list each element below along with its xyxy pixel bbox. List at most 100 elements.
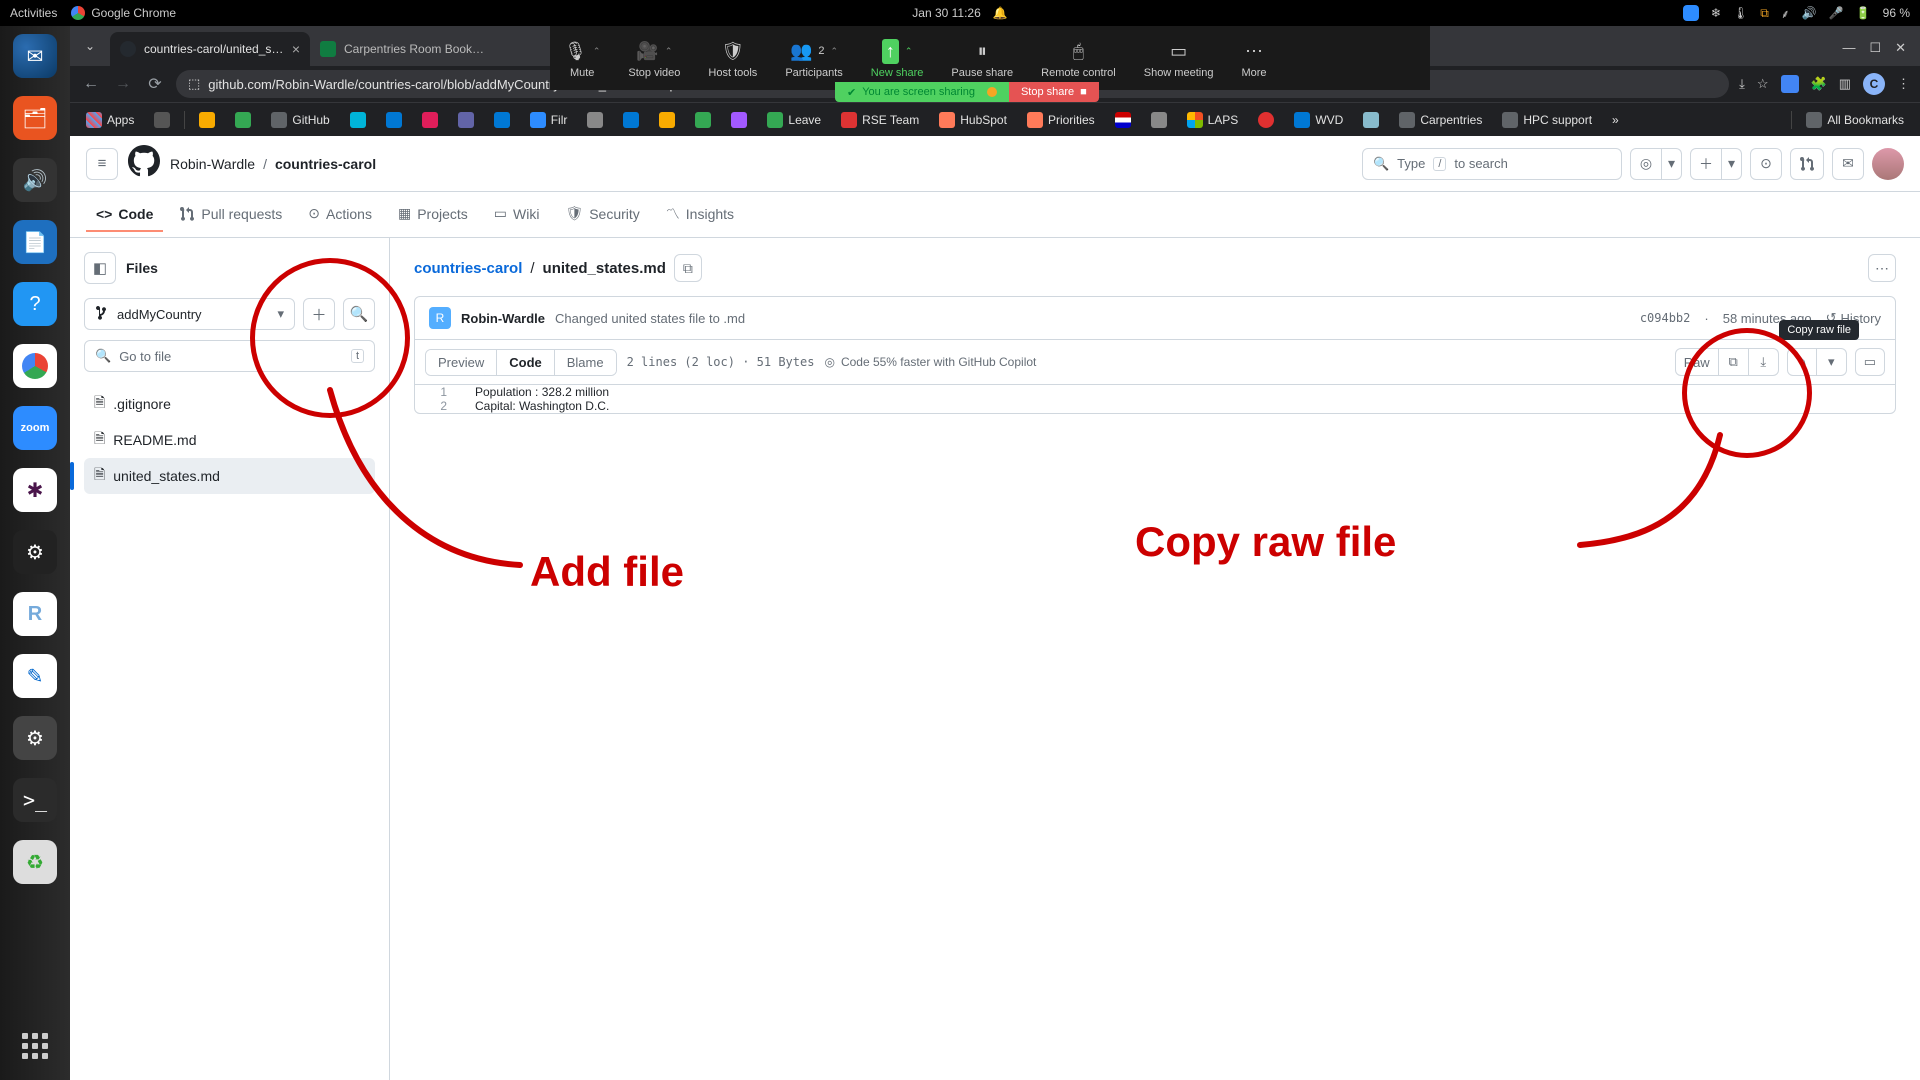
commit-hash[interactable]: c094bb2	[1640, 311, 1691, 325]
add-file-button[interactable]: ＋	[303, 298, 335, 330]
bookmark-laps[interactable]: LAPS	[1181, 109, 1245, 131]
tray-thermometer-icon[interactable]: 🌡	[1733, 6, 1748, 20]
bookmark-wvd[interactable]: WVD	[1288, 109, 1349, 131]
dock-gear2-icon[interactable]: ⚙	[13, 530, 57, 574]
window-maximize-icon[interactable]: ☐	[1869, 40, 1881, 56]
zoom-new-share-button[interactable]: ↑⌃New share	[857, 37, 938, 79]
bookmarks-overflow[interactable]: »	[1606, 110, 1625, 130]
copy-raw-button[interactable]: ⧉	[1719, 348, 1749, 376]
github-search[interactable]: 🔍 Type / to search	[1362, 148, 1622, 180]
preview-tab[interactable]: Preview	[426, 350, 496, 375]
edit-menu-button[interactable]: ▾	[1817, 348, 1847, 376]
commit-message[interactable]: Changed united states file to .md	[555, 311, 745, 326]
dock-chrome-icon[interactable]	[13, 344, 57, 388]
copy-path-button[interactable]: ⧉	[674, 254, 702, 282]
copilot-menu-button[interactable]: ▾	[1662, 148, 1682, 180]
tab-security[interactable]: 🛡Security	[555, 197, 649, 232]
tray-volume-icon[interactable]: 🔊	[1802, 6, 1817, 20]
topbar-app-indicator[interactable]: Google Chrome	[71, 6, 176, 20]
dock-apps-grid-icon[interactable]	[13, 1024, 57, 1068]
bookmark-star-icon[interactable]: ☆	[1757, 76, 1769, 92]
bookmark-item[interactable]	[1357, 109, 1385, 131]
zoom-remote-control-button[interactable]: 🖱Remote control	[1027, 37, 1130, 79]
tab-code[interactable]: <>Code	[86, 198, 163, 232]
bookmark-hpc[interactable]: HPC support	[1496, 109, 1598, 131]
install-app-icon[interactable]: ⤓	[1739, 76, 1745, 92]
activities-label[interactable]: Activities	[10, 6, 57, 20]
zoom-pause-share-button[interactable]: ⏸Pause share	[937, 37, 1027, 79]
dock-rstudio-icon[interactable]: R	[13, 592, 57, 636]
blame-tab[interactable]: Blame	[554, 350, 616, 375]
pulls-button[interactable]	[1790, 148, 1824, 180]
bookmark-item[interactable]	[344, 109, 372, 131]
bookmark-item[interactable]	[416, 109, 444, 131]
tab-search-button[interactable]: ⌄	[76, 32, 104, 60]
copilot-button[interactable]: ◎	[1630, 148, 1662, 180]
zoom-participants-button[interactable]: 👥2⌃Participants	[771, 37, 856, 79]
chrome-menu-icon[interactable]: ⋮	[1897, 76, 1910, 92]
bookmark-apps[interactable]: Apps	[80, 109, 140, 131]
bookmark-item[interactable]	[581, 109, 609, 131]
breadcrumb-owner[interactable]: Robin-Wardle	[170, 156, 255, 172]
edit-file-button[interactable]: ✎	[1787, 348, 1817, 376]
forward-button[interactable]: →	[112, 75, 134, 93]
bookmark-item[interactable]	[229, 109, 257, 131]
profile-avatar[interactable]: C	[1863, 73, 1885, 95]
dock-slack-icon[interactable]: ✱	[13, 468, 57, 512]
site-info-icon[interactable]: ⬚	[188, 76, 200, 92]
bookmark-item[interactable]	[689, 109, 717, 131]
stop-share-button[interactable]: Stop share■	[1009, 82, 1099, 102]
window-close-icon[interactable]: ✕	[1895, 40, 1906, 56]
tab-projects[interactable]: ▦Projects	[388, 197, 478, 232]
dock-terminal-icon[interactable]: >_	[13, 778, 57, 822]
tab-insights[interactable]: 〽Insights	[656, 196, 744, 234]
zoom-host-tools-button[interactable]: 🛡Host tools	[694, 37, 771, 79]
symbols-button[interactable]: ▭	[1855, 348, 1885, 376]
bookmark-item[interactable]	[725, 109, 753, 131]
bookmark-rse[interactable]: RSE Team	[835, 109, 925, 131]
bookmark-hubspot[interactable]: HubSpot	[933, 109, 1013, 131]
bookmark-item[interactable]	[193, 109, 221, 131]
tray-battery-icon[interactable]: 🔋	[1856, 6, 1871, 20]
bookmark-item[interactable]	[380, 109, 408, 131]
tray-weather-icon[interactable]: ❄	[1711, 6, 1721, 20]
bookmark-carpentries[interactable]: Carpentries	[1393, 109, 1488, 131]
bookmark-github[interactable]: GitHub	[265, 109, 335, 131]
code-tab[interactable]: Code	[496, 350, 554, 375]
dock-trash-icon[interactable]: ♻	[13, 840, 57, 884]
zoom-video-button[interactable]: 🎥⌃Stop video	[614, 37, 694, 79]
user-avatar[interactable]	[1872, 148, 1904, 180]
all-bookmarks[interactable]: All Bookmarks	[1800, 109, 1910, 131]
tray-network-icon[interactable]: ⸙	[1781, 5, 1790, 22]
bookmark-leave[interactable]: Leave	[761, 109, 827, 131]
browser-tab[interactable]: countries-carol/united_s… ×	[110, 32, 310, 66]
notification-icon[interactable]: 🔔	[993, 6, 1008, 20]
dock-rhythmbox-icon[interactable]: 🔊	[13, 158, 57, 202]
bookmark-item[interactable]	[1109, 109, 1137, 131]
window-minimize-icon[interactable]: ―	[1842, 40, 1855, 56]
dock-settings-icon[interactable]: ⚙	[13, 716, 57, 760]
path-repo-link[interactable]: countries-carol	[414, 260, 522, 277]
dock-help-icon[interactable]: ?	[13, 282, 57, 326]
create-button[interactable]: ＋	[1690, 148, 1722, 180]
search-files-button[interactable]: 🔍	[343, 298, 375, 330]
dock-files-icon[interactable]: 🗂	[13, 96, 57, 140]
bookmark-item[interactable]	[488, 109, 516, 131]
go-to-file-input[interactable]: 🔍 Go to file t	[84, 340, 375, 372]
file-more-button[interactable]: ⋯	[1868, 254, 1896, 282]
dock-writer-icon[interactable]: 📄	[13, 220, 57, 264]
browser-tab[interactable]: Carpentries Room Book…	[310, 32, 510, 66]
tab-actions[interactable]: ⊙Actions	[298, 197, 382, 232]
bookmark-item[interactable]	[653, 109, 681, 131]
zoom-more-button[interactable]: ⋯More	[1227, 37, 1280, 79]
extension-1-icon[interactable]	[1781, 75, 1799, 93]
create-menu-button[interactable]: ▾	[1722, 148, 1742, 180]
zoom-show-meeting-button[interactable]: ▭Show meeting	[1130, 37, 1228, 79]
dock-thunderbird-icon[interactable]: ✉	[13, 34, 57, 78]
tab-close-icon[interactable]: ×	[292, 41, 300, 57]
hamburger-button[interactable]: ≡	[86, 148, 118, 180]
issues-button[interactable]: ⊙	[1750, 148, 1782, 180]
reload-button[interactable]: ⟳	[144, 74, 166, 94]
tab-wiki[interactable]: ▭Wiki	[484, 197, 550, 232]
bookmark-item[interactable]	[617, 109, 645, 131]
